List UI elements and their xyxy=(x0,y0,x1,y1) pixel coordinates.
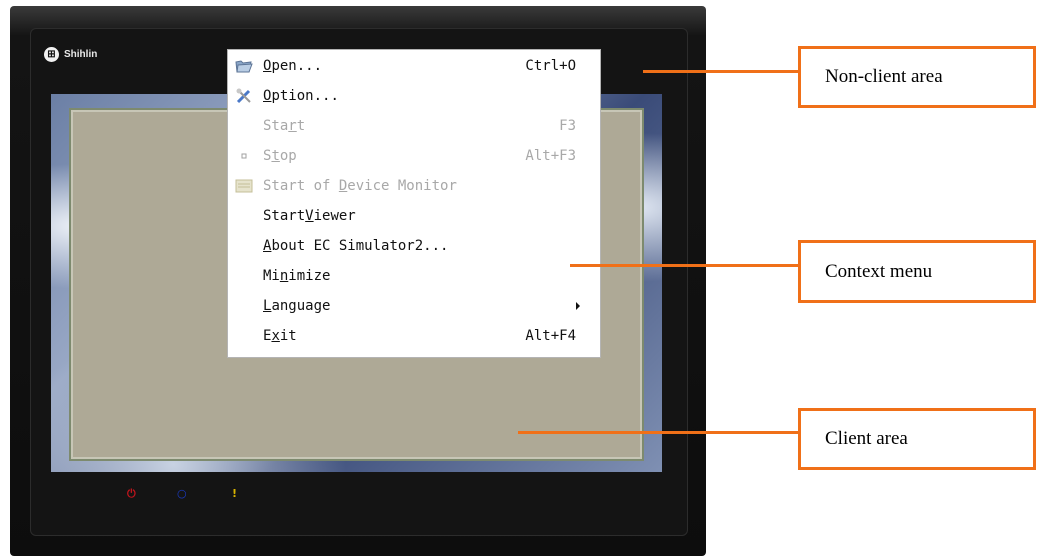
context-menu-leader-line xyxy=(570,264,798,267)
submenu-arrow-icon xyxy=(576,302,580,310)
menu-item-label: About EC Simulator2... xyxy=(263,238,449,254)
menu-item-label: Minimize xyxy=(263,268,331,284)
connection-led-icon: ○ xyxy=(177,487,187,500)
menu-item-shortcut: Alt+F4 xyxy=(525,328,576,344)
menu-item-exit[interactable]: Exit Alt+F4 xyxy=(228,323,600,349)
menu-item-stop: Stop Alt+F3 xyxy=(228,143,600,169)
menu-item-label: Open... xyxy=(263,58,323,74)
non-client-area-callout: Non-client area xyxy=(798,46,1036,108)
menu-item-about-ec-simulator2[interactable]: About EC Simulator2... xyxy=(228,233,600,259)
menu-item-label: Language xyxy=(263,298,331,314)
tools-icon xyxy=(234,86,254,106)
warning-led-icon: ! xyxy=(232,487,238,500)
menu-item-shortcut: Alt+F3 xyxy=(525,148,576,164)
figure: ⊞ Shihlin Open... Ctrl+O Option... Start F3 S… xyxy=(0,0,1040,558)
menu-item-shortcut: F3 xyxy=(559,118,576,134)
monitor-icon xyxy=(234,176,254,196)
menu-item-start: Start F3 xyxy=(228,113,600,139)
context-menu: Open... Ctrl+O Option... Start F3 Stop Alt+F3 S… xyxy=(227,49,601,358)
menu-item-label: Start of Device Monitor xyxy=(263,178,457,194)
stop-icon xyxy=(234,146,254,166)
menu-item-option[interactable]: Option... xyxy=(228,83,600,109)
folder-open-icon xyxy=(234,56,254,76)
menu-item-label: Stop xyxy=(263,148,297,164)
client-area-callout: Client area xyxy=(798,408,1036,470)
non-client-area-label: Non-client area xyxy=(825,66,943,87)
menu-item-start-of-device-monitor: Start of Device Monitor xyxy=(228,173,600,199)
non-client-leader-line xyxy=(643,70,798,73)
client-area-leader-line xyxy=(518,431,798,434)
menu-item-label: Start xyxy=(263,118,306,134)
menu-item-language[interactable]: Language xyxy=(228,293,600,319)
context-menu-callout: Context menu xyxy=(798,240,1036,303)
context-menu-label: Context menu xyxy=(825,260,933,282)
menu-item-label: Option... xyxy=(263,88,339,104)
brand-name: Shihlin xyxy=(64,49,98,60)
menu-item-open[interactable]: Open... Ctrl+O xyxy=(228,53,600,79)
brand-logo-icon: ⊞ xyxy=(44,47,59,62)
menu-item-startviewer[interactable]: StartViewer xyxy=(228,203,600,229)
brand-logo: ⊞ Shihlin xyxy=(44,47,97,62)
power-led-icon: ⏻ xyxy=(127,487,136,500)
menu-item-label: StartViewer xyxy=(263,208,356,224)
menu-item-label: Exit xyxy=(263,328,297,344)
menu-item-minimize[interactable]: Minimize xyxy=(228,263,600,289)
menu-item-shortcut: Ctrl+O xyxy=(525,58,576,74)
client-area-label: Client area xyxy=(825,428,908,449)
